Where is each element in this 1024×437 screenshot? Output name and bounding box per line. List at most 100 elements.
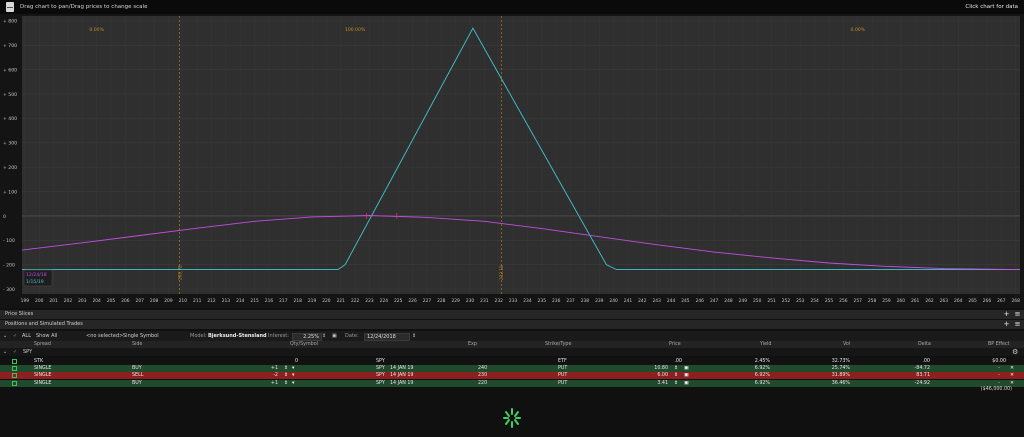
model-select[interactable]: Bjerksund-Stensland — [208, 331, 267, 341]
row-qty[interactable]: 0 — [262, 358, 298, 365]
row-qty[interactable]: +1 — [242, 380, 278, 387]
total-bp-effect: ($46,000.00) — [980, 387, 1012, 392]
x-tick-label: 205 — [107, 298, 116, 304]
row-checkbox[interactable] — [12, 366, 17, 371]
row-price[interactable]: 3.41 — [630, 380, 668, 387]
close-icon[interactable]: ✕ — [1010, 372, 1014, 379]
col-qty-symbol[interactable]: Qty/Symbol — [290, 341, 318, 348]
group-checkbox[interactable]: ✓ — [13, 348, 17, 356]
breakeven-label: 209.78 — [177, 265, 182, 280]
row-price[interactable]: 6.00 — [630, 372, 668, 379]
row-checkbox[interactable] — [12, 359, 17, 364]
qty-stepper[interactable]: ⇕ — [284, 380, 288, 387]
col-yield[interactable]: Yield — [760, 341, 771, 348]
row-checkbox[interactable] — [12, 373, 17, 378]
chart-hint: Drag chart to pan/Drag prices to change … — [20, 4, 148, 10]
analyze-icon — [6, 2, 14, 12]
row-qty[interactable]: -2 — [242, 372, 278, 379]
row-checkbox[interactable] — [12, 381, 17, 386]
col-strike-type[interactable]: Strike/Type — [545, 341, 571, 348]
lock-icon[interactable]: ▣ — [684, 372, 689, 379]
date-label: Date: — [345, 333, 359, 339]
row-exp[interactable]: 14 JAN 19 — [390, 365, 413, 372]
col-exp[interactable]: Exp — [468, 341, 477, 348]
col-bp-effect[interactable]: BP Effect — [988, 341, 1010, 348]
x-tick-label: 232 — [495, 298, 504, 304]
x-tick-label: 217 — [279, 298, 288, 304]
price-stepper[interactable]: ⇕ — [674, 372, 678, 379]
menu-icon[interactable]: ≡ — [1014, 321, 1021, 328]
row-type[interactable]: PUT — [558, 372, 567, 379]
x-tick-label: 219 — [308, 298, 317, 304]
row-bp-effect: - — [998, 373, 1000, 378]
lock-icon[interactable]: ▣ — [332, 331, 337, 341]
close-icon[interactable]: ✕ — [1010, 365, 1014, 372]
date-stepper[interactable]: ⇕ — [412, 331, 416, 341]
row-type[interactable]: PUT — [558, 365, 567, 372]
row-delta: 83.71 — [916, 373, 930, 378]
date-input[interactable]: 12/24/2018 — [364, 332, 410, 341]
position-row[interactable]: SINGLE BUY +1 ⇕ ▾ SPY 14 JAN 19 220 PUT … — [0, 380, 1024, 387]
x-tick-label: 201 — [49, 298, 58, 304]
qty-stepper[interactable]: ⇕ — [284, 372, 288, 379]
x-tick-label: 207 — [136, 298, 145, 304]
show-all-select[interactable]: Show All — [36, 331, 57, 341]
row-side[interactable]: BUY — [132, 380, 142, 387]
col-vol[interactable]: Vol — [843, 341, 850, 348]
close-icon[interactable]: ✕ — [1010, 380, 1014, 387]
x-tick-label: 203 — [78, 298, 87, 304]
risk-profile-chart[interactable]: + 800 + 700 + 600 + 500 + 400 + 300 + 200 + 100… — [0, 14, 1024, 308]
position-row[interactable]: SINGLE BUY +1 ⇕ ▾ SPY 14 JAN 19 240 PUT … — [0, 365, 1024, 372]
row-side[interactable]: SELL — [132, 372, 143, 379]
x-tick-label: 263 — [940, 298, 949, 304]
all-label: ALL — [22, 333, 31, 339]
price-slices-header[interactable]: Price Slices + ≡ — [0, 310, 1024, 319]
row-side[interactable]: BUY — [132, 365, 142, 372]
price-stepper[interactable]: ⇕ — [674, 380, 678, 387]
add-position-icon[interactable]: + — [1003, 321, 1010, 328]
x-tick-label: 242 — [638, 298, 647, 304]
menu-icon[interactable]: ≡ — [1014, 311, 1021, 318]
row-exp[interactable]: 14 JAN 19 — [390, 380, 413, 387]
row-type[interactable]: PUT — [558, 380, 567, 387]
qty-stepper[interactable]: ⇕ — [284, 365, 288, 372]
dropdown-icon[interactable]: ▾ — [292, 372, 294, 379]
collapse-icon[interactable]: ⌄ — [3, 331, 7, 341]
symbol-mode-select[interactable]: Single Symbol — [123, 331, 159, 341]
row-vol: 25.74% — [831, 366, 850, 371]
position-row[interactable]: SINGLE SELL -2 ⇕ ▾ SPY 14 JAN 19 230 PUT… — [0, 372, 1024, 379]
x-tick-label: 220 — [322, 298, 331, 304]
row-price[interactable]: 10.80 — [630, 365, 668, 372]
price-stepper[interactable]: ⇕ — [674, 365, 678, 372]
positions-header[interactable]: Positions and Simulated Trades + ≡ — [0, 320, 1024, 329]
chart-data-link[interactable]: Click chart for data — [965, 4, 1018, 10]
lock-icon[interactable]: ▣ — [684, 380, 689, 387]
add-slice-icon[interactable]: + — [1003, 311, 1010, 318]
row-bp-effect: $0.00 — [992, 359, 1006, 364]
interest-stepper[interactable]: ⇕ — [322, 331, 326, 341]
interest-input[interactable]: 2.25% — [292, 332, 322, 341]
select-all-checkbox[interactable]: ✓ — [13, 331, 17, 341]
y-tick-label: + 200 — [3, 165, 17, 171]
position-row[interactable]: STK 0 SPY ETF .00 2.45% 32.73% .00 $0.00 — [0, 358, 1024, 365]
row-qty[interactable]: +1 — [242, 365, 278, 372]
collapse-icon[interactable]: ⌄ — [3, 348, 7, 356]
col-side[interactable]: Side — [132, 341, 142, 348]
col-price[interactable]: Price — [669, 341, 681, 348]
col-delta[interactable]: Delta — [918, 341, 931, 348]
x-tick-label: 199 — [21, 298, 30, 304]
y-tick-label: - 300 — [3, 287, 15, 293]
row-strike[interactable]: 240 — [478, 365, 487, 372]
row-strike[interactable]: 230 — [478, 372, 487, 379]
plot-area — [22, 16, 1020, 294]
dropdown-icon[interactable]: ▾ — [292, 365, 294, 372]
symbol-group-row[interactable]: ⌄ ✓ SPY ⚙ — [0, 348, 1024, 356]
lock-icon[interactable]: ▣ — [684, 365, 689, 372]
col-spread[interactable]: Spread — [34, 341, 51, 348]
group-select[interactable]: <no selected> — [86, 331, 123, 341]
gear-icon[interactable]: ⚙ — [1012, 348, 1018, 356]
row-strike[interactable]: 220 — [478, 380, 487, 387]
row-symbol: SPY — [376, 366, 385, 371]
dropdown-icon[interactable]: ▾ — [292, 380, 294, 387]
row-exp[interactable]: 14 JAN 19 — [390, 372, 413, 379]
